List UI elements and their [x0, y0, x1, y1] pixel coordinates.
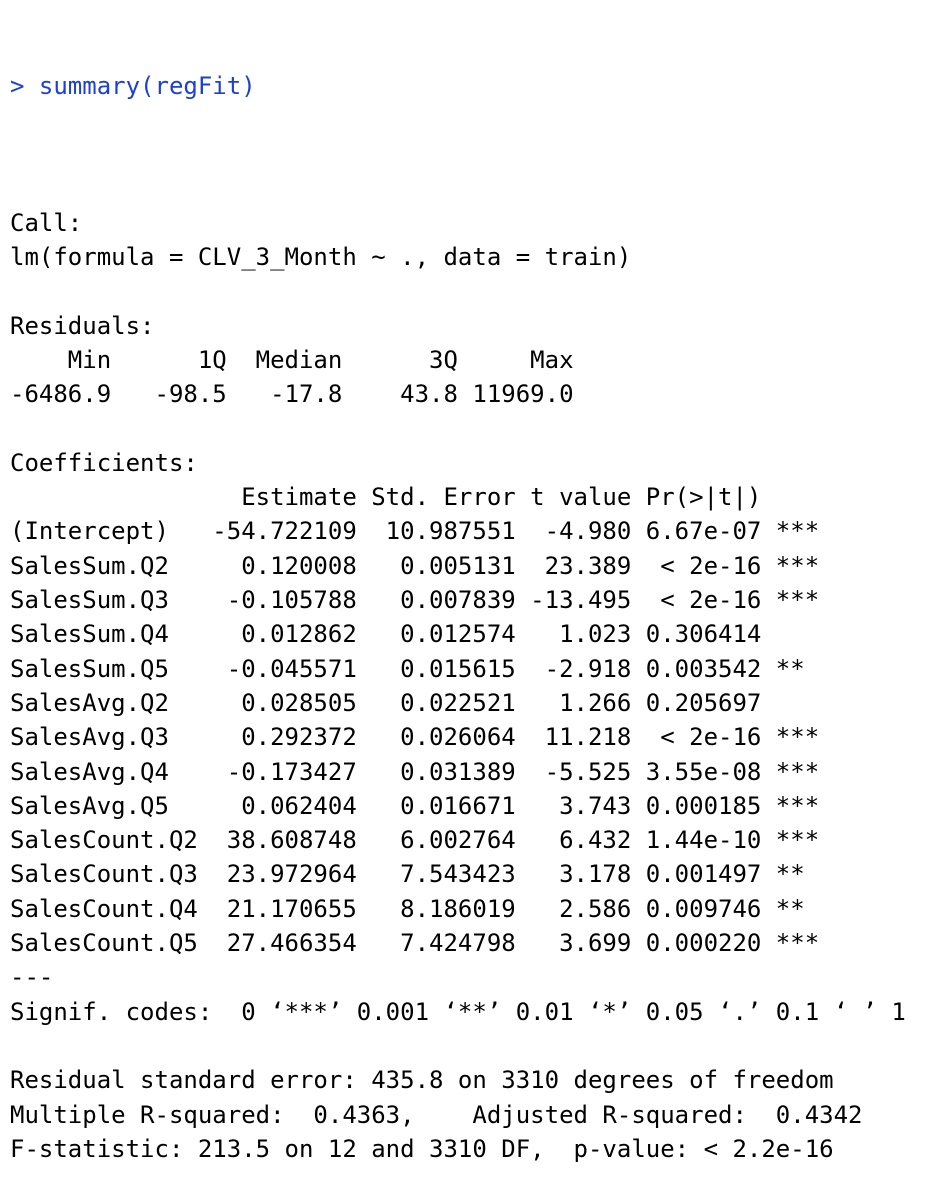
command-text: summary(regFit): [38, 71, 256, 100]
output-line: Residuals:: [10, 311, 155, 340]
output-line: Residual standard error: 435.8 on 3310 d…: [10, 1066, 834, 1095]
r-console-output: > summary(regFit) Call: lm(formula = CLV_…: [10, 0, 935, 1200]
output-line: -6486.9 -98.5 -17.8 43.8 11969.0: [10, 380, 588, 409]
output-line: SalesSum.Q5 -0.045571 0.015615 -2.918 0.…: [10, 654, 820, 683]
output-line: SalesCount.Q4 21.170655 8.186019 2.586 0…: [10, 894, 820, 923]
output-line: SalesSum.Q4 0.012862 0.012574 1.023 0.30…: [10, 620, 820, 649]
output-line: SalesAvg.Q4 -0.173427 0.031389 -5.525 3.…: [10, 757, 820, 786]
output-line: lm(formula = CLV_3_Month ~ ., data = tra…: [10, 243, 632, 272]
output-line: Multiple R-squared: 0.4363, Adjusted R-s…: [10, 1100, 877, 1129]
output-line: SalesCount.Q3 23.972964 7.543423 3.178 0…: [10, 860, 820, 889]
output-line: F-statistic: 213.5 on 12 and 3310 DF, p-…: [10, 1134, 834, 1163]
summary-output: Call: lm(formula = CLV_3_Month ~ ., data …: [10, 171, 935, 1166]
console-command-line: > summary(regFit): [10, 69, 935, 103]
output-line: SalesCount.Q2 38.608748 6.002764 6.432 1…: [10, 826, 820, 855]
output-line: SalesAvg.Q3 0.292372 0.026064 11.218 < 2…: [10, 723, 820, 752]
output-line: SalesSum.Q3 -0.105788 0.007839 -13.495 <…: [10, 586, 820, 615]
prompt-symbol: >: [10, 71, 25, 100]
output-line: Min 1Q Median 3Q Max: [10, 345, 588, 374]
output-line: Signif. codes: 0 ‘***’ 0.001 ‘**’ 0.01 ‘…: [10, 997, 906, 1026]
output-line: SalesSum.Q2 0.120008 0.005131 23.389 < 2…: [10, 551, 820, 580]
output-line: Coefficients:: [10, 448, 198, 477]
output-line: (Intercept) -54.722109 10.987551 -4.980 …: [10, 517, 820, 546]
output-line: SalesAvg.Q5 0.062404 0.016671 3.743 0.00…: [10, 791, 820, 820]
output-line: SalesAvg.Q2 0.028505 0.022521 1.266 0.20…: [10, 688, 820, 717]
output-line: ---: [10, 963, 54, 992]
output-line: Estimate Std. Error t value Pr(>|t|): [10, 483, 820, 512]
output-line: SalesCount.Q5 27.466354 7.424798 3.699 0…: [10, 929, 820, 958]
output-line: Call:: [10, 208, 83, 237]
